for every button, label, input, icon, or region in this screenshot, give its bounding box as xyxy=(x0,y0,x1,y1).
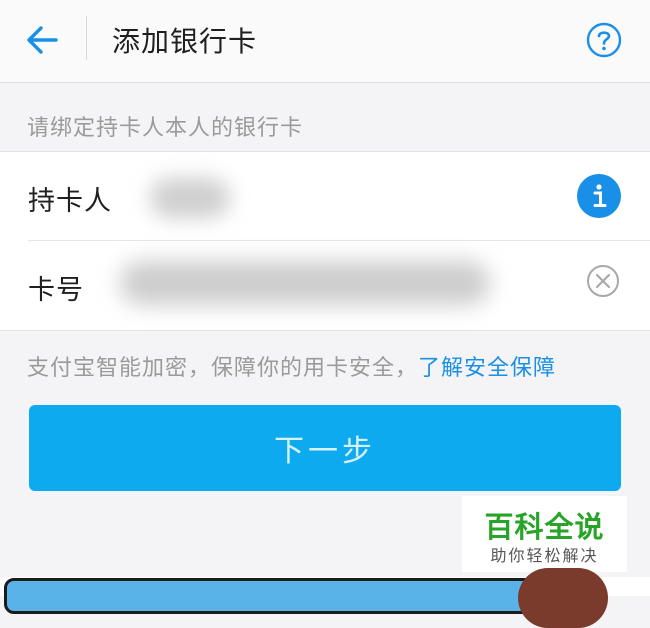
card-holder-label: 持卡人 xyxy=(28,186,112,217)
top-nav-bar: 添加银行卡 xyxy=(0,0,650,83)
security-notice: 支付宝智能加密，保障你的用卡安全，了解安全保障 xyxy=(27,350,556,382)
watermark-logo: 百科全说 助你轻松解决 xyxy=(462,496,627,572)
card-holder-value-redacted xyxy=(150,178,230,218)
card-number-row[interactable]: 卡号 xyxy=(0,241,650,329)
clear-circle-icon xyxy=(587,265,619,297)
card-number-label: 卡号 xyxy=(28,275,84,306)
back-button[interactable] xyxy=(22,22,62,58)
watermark-title: 百科全说 xyxy=(484,510,605,544)
arrow-left-icon xyxy=(27,26,58,54)
nav-divider xyxy=(86,16,87,60)
page-title: 添加银行卡 xyxy=(112,25,258,58)
holder-info-button[interactable] xyxy=(577,174,621,218)
bottom-banner xyxy=(4,578,550,614)
card-holder-row[interactable]: 持卡人 xyxy=(0,152,650,240)
help-button[interactable] xyxy=(586,22,622,58)
security-link[interactable]: 了解安全保障 xyxy=(418,356,556,381)
info-icon xyxy=(593,184,607,207)
bottom-decoration xyxy=(518,568,608,628)
card-number-input-redacted[interactable] xyxy=(120,261,490,305)
next-step-button[interactable]: 下一步 xyxy=(29,405,621,491)
question-circle-icon xyxy=(586,22,622,58)
watermark-subtitle: 助你轻松解决 xyxy=(490,546,599,565)
clear-card-number-button[interactable] xyxy=(586,264,620,298)
card-form: 持卡人 卡号 xyxy=(0,151,650,331)
security-text: 支付宝智能加密，保障你的用卡安全， xyxy=(27,356,419,381)
bind-card-hint: 请绑定持卡人本人的银行卡 xyxy=(27,116,304,141)
